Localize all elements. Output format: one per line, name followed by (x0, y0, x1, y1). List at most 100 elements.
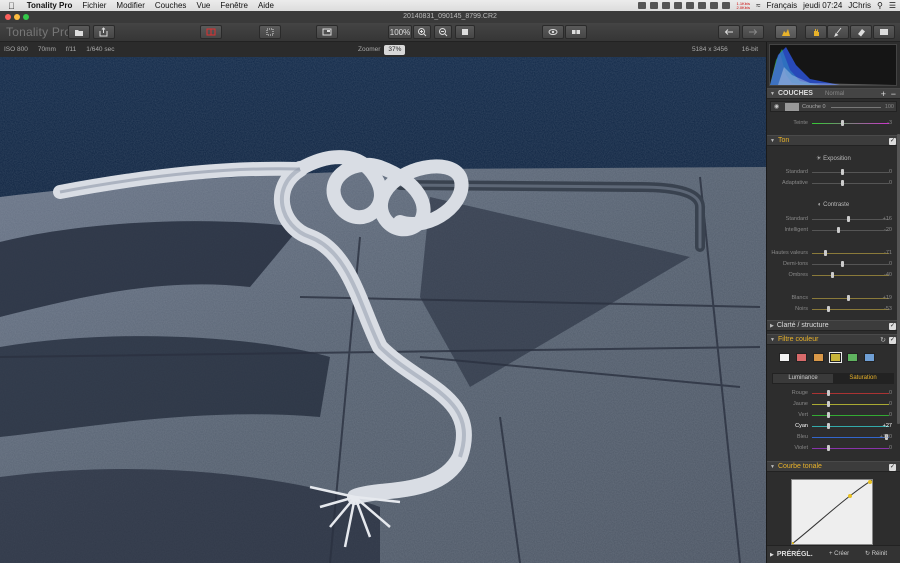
filter-green-handle[interactable] (827, 412, 830, 418)
whites-slider[interactable] (812, 298, 889, 299)
eraser-tool-button[interactable] (850, 25, 872, 39)
exposure-adaptive-slider[interactable] (812, 183, 889, 184)
clock[interactable]: jeudi 07:24 (803, 1, 842, 10)
status-icon[interactable] (674, 2, 683, 9)
wifi-icon[interactable]: ≈ (756, 1, 760, 10)
search-icon[interactable]: ⚲ (877, 1, 883, 10)
compare-split-button[interactable] (200, 25, 222, 39)
contrast-intelligent-slider[interactable] (812, 230, 889, 231)
filter-yellow-slider[interactable] (812, 404, 889, 405)
fit-screen-button[interactable] (455, 25, 475, 39)
notifications-icon[interactable]: ☰ (889, 1, 896, 10)
midtones-slider[interactable] (812, 264, 889, 265)
network-monitor[interactable]: 1.1Kb/s 2.0Kb/s (730, 1, 750, 10)
histogram-panel-button[interactable] (775, 25, 797, 39)
layer-visibility-eye-icon[interactable]: ◉ (774, 103, 779, 110)
filter-cyan-handle[interactable] (827, 423, 830, 429)
contrast-standard-handle[interactable] (847, 216, 850, 222)
menu-couches[interactable]: Couches (155, 1, 187, 10)
shadows-slider[interactable] (812, 275, 889, 276)
image-canvas[interactable] (0, 57, 766, 563)
view-mode-button[interactable] (316, 25, 338, 39)
blacks-handle[interactable] (827, 306, 830, 312)
preview-toggle-button[interactable] (542, 25, 564, 39)
curve-point[interactable] (848, 494, 852, 498)
tab-saturation[interactable]: Saturation (833, 374, 893, 383)
swatch-orange[interactable] (813, 353, 824, 362)
swatch-red[interactable] (796, 353, 807, 362)
zoom-window-button[interactable] (23, 14, 29, 20)
shadows-handle[interactable] (831, 272, 834, 278)
color-filter-enable-checkbox[interactable]: ✓ (889, 337, 896, 344)
reset-section-icon[interactable]: ↻ (880, 336, 886, 344)
status-icon[interactable] (722, 2, 731, 9)
highlights-handle[interactable] (824, 250, 827, 256)
zoom-100-button[interactable]: 100% (388, 25, 412, 39)
presets-title[interactable]: PRÉRÉGL. (777, 551, 813, 558)
close-window-button[interactable] (5, 14, 11, 20)
gradient-tool-button[interactable] (873, 25, 895, 39)
contrast-standard-slider[interactable] (812, 219, 889, 220)
swatch-yellow[interactable] (829, 352, 842, 363)
filter-green-slider[interactable] (812, 415, 889, 416)
midtones-handle[interactable] (841, 261, 844, 267)
filter-cyan-slider[interactable] (812, 426, 889, 427)
menu-modifier[interactable]: Modifier (116, 1, 144, 10)
apple-menu-icon[interactable]:  (8, 1, 15, 11)
undo-button[interactable] (718, 25, 740, 39)
swatch-green[interactable] (847, 353, 858, 362)
menu-aide[interactable]: Aide (258, 1, 274, 10)
status-icon[interactable] (662, 2, 671, 9)
exposure-standard-handle[interactable] (841, 169, 844, 175)
tone-curve-section-header[interactable]: ▼ Courbe tonale ✓ (767, 461, 900, 472)
user-menu[interactable]: JChris (848, 1, 871, 10)
tab-luminance[interactable]: Luminance (773, 374, 833, 383)
filter-red-handle[interactable] (827, 390, 830, 396)
minimize-window-button[interactable] (14, 14, 20, 20)
status-icon[interactable] (686, 2, 695, 9)
expand-triangle-icon[interactable]: ▶ (770, 552, 774, 558)
tone-curve-enable-checkbox[interactable]: ✓ (889, 464, 896, 471)
menu-app-name[interactable]: Tonality Pro (27, 1, 73, 10)
zoom-select[interactable]: 37% (384, 44, 406, 55)
language-menu[interactable]: Français (766, 1, 797, 10)
menu-vue[interactable]: Vue (196, 1, 210, 10)
status-icon[interactable] (710, 2, 719, 9)
tone-section-header[interactable]: ▼ Ton ✓ (767, 135, 900, 146)
layer-row[interactable]: ◉ Couche 0 100 (770, 101, 897, 112)
filter-red-slider[interactable] (812, 393, 889, 394)
layers-section-header[interactable]: ▼ COUCHES Normal + − (767, 88, 900, 99)
filter-violet-handle[interactable] (827, 445, 830, 451)
clarity-enable-checkbox[interactable]: ✓ (889, 323, 896, 330)
curve-point[interactable] (868, 480, 872, 484)
export-button[interactable] (93, 25, 115, 39)
tone-curve-graph[interactable] (790, 479, 873, 546)
contrast-intelligent-handle[interactable] (837, 227, 840, 233)
tint-slider-handle[interactable] (841, 120, 844, 126)
brush-tool-button[interactable] (827, 25, 849, 39)
filter-blue-slider[interactable] (812, 437, 889, 438)
filter-violet-slider[interactable] (812, 448, 889, 449)
swatch-blue[interactable] (864, 353, 875, 362)
redo-button[interactable] (742, 25, 764, 39)
filter-yellow-handle[interactable] (827, 401, 830, 407)
blend-mode[interactable]: Normal (825, 91, 844, 97)
status-icon[interactable] (650, 2, 659, 9)
before-after-button[interactable] (565, 25, 587, 39)
color-filter-section-header[interactable]: ▼ Filtre couleur ↻ ✓ (767, 334, 900, 345)
status-icon[interactable] (638, 2, 647, 9)
zoom-in-button[interactable] (413, 25, 431, 39)
status-icon[interactable] (698, 2, 707, 9)
layer-opacity-slider[interactable] (831, 107, 881, 108)
swatch-white[interactable] (779, 353, 790, 362)
zoom-out-button[interactable] (434, 25, 452, 39)
create-preset-button[interactable]: + Créer (829, 549, 849, 560)
blacks-slider[interactable] (812, 309, 889, 310)
menu-fenetre[interactable]: Fenêtre (220, 1, 248, 10)
exposure-adaptive-handle[interactable] (841, 180, 844, 186)
add-layer-button[interactable]: + (881, 89, 886, 99)
reset-button[interactable]: ↻ Réinit (865, 549, 887, 560)
whites-handle[interactable] (847, 295, 850, 301)
tint-slider[interactable] (812, 123, 889, 124)
remove-layer-button[interactable]: − (891, 89, 896, 99)
